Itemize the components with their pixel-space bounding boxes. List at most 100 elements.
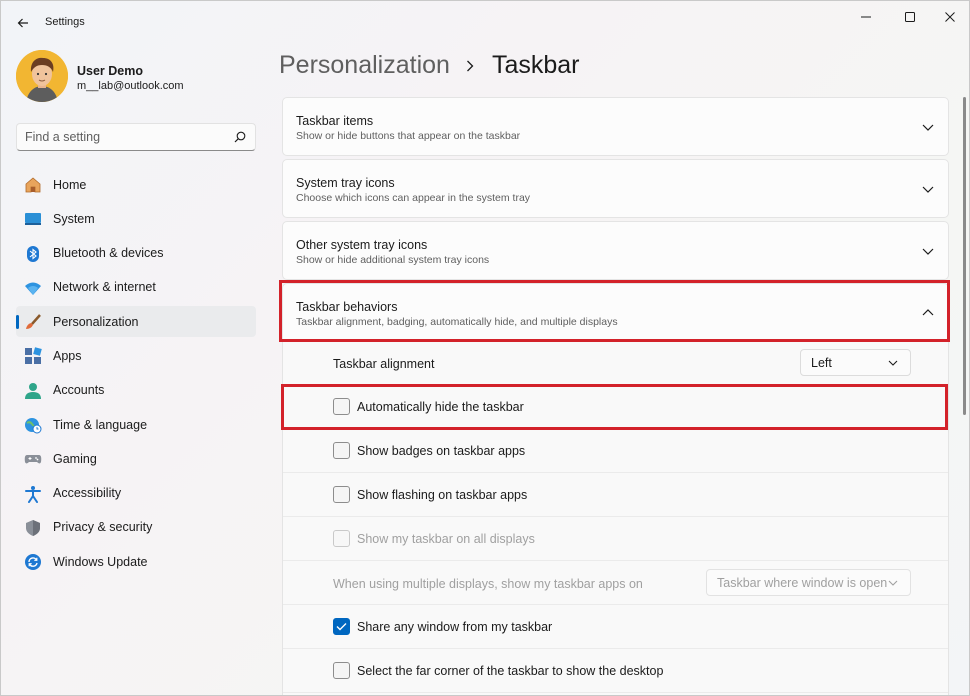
setting-row-all-displays: Show my taskbar on all displays	[283, 517, 948, 561]
update-icon	[25, 554, 41, 571]
search-icon[interactable]	[234, 131, 246, 143]
section-desc: Show or hide additional system tray icon…	[296, 254, 490, 266]
sidebar-item-label: Home	[53, 177, 87, 192]
gamepad-icon	[24, 455, 42, 464]
sidebar-item-accounts[interactable]: Accounts	[16, 375, 256, 406]
app-title: Settings	[45, 16, 85, 28]
sidebar-item-label: Network & internet	[53, 280, 156, 295]
sidebar-item-system[interactable]: System	[16, 203, 256, 234]
setting-row-multi-display: When using multiple displays, show my ta…	[283, 561, 948, 605]
chevron-down-icon	[888, 580, 898, 586]
sidebar-item-label: Gaming	[53, 451, 97, 466]
person-icon	[25, 382, 41, 399]
section-desc: Choose which icons can appear in the sys…	[296, 192, 531, 204]
maximize-button[interactable]	[893, 6, 927, 28]
sidebar-item-gaming[interactable]: Gaming	[16, 443, 256, 474]
all-displays-label: Show my taskbar on all displays	[357, 532, 535, 546]
bluetooth-icon	[27, 245, 39, 262]
chevron-down-icon	[922, 248, 934, 255]
chevron-down-icon	[922, 124, 934, 131]
sidebar-item-accessibility[interactable]: Accessibility	[16, 478, 256, 509]
back-arrow-icon	[17, 18, 28, 28]
minimize-icon	[861, 16, 871, 18]
section-taskbar-items[interactable]: Taskbar items Show or hide buttons that …	[282, 97, 949, 156]
far-corner-label: Select the far corner of the taskbar to …	[357, 664, 664, 678]
shield-icon	[26, 519, 40, 536]
section-title: Taskbar behaviors	[296, 300, 398, 314]
display-icon	[25, 213, 41, 226]
section-taskbar-behaviors[interactable]: Taskbar behaviors Taskbar alignment, bad…	[282, 283, 949, 342]
flashing-label: Show flashing on taskbar apps	[357, 488, 528, 502]
chevron-down-icon	[922, 186, 934, 193]
section-title: System tray icons	[296, 176, 395, 190]
share-window-label: Share any window from my taskbar	[357, 620, 553, 634]
close-button[interactable]	[933, 6, 967, 28]
scrollbar[interactable]	[963, 97, 966, 415]
settings-window: Settings User Demo m__lab@outlook.com Fi…	[0, 0, 970, 696]
search-box	[16, 123, 256, 151]
sidebar-item-label: Apps	[53, 348, 82, 363]
alignment-label: Taskbar alignment	[333, 357, 435, 371]
sidebar-item-label: Windows Update	[53, 554, 148, 569]
auto-hide-checkbox[interactable]	[333, 398, 350, 415]
sidebar-item-windows-update[interactable]: Windows Update	[16, 546, 256, 577]
alignment-value: Left	[811, 356, 832, 370]
flashing-checkbox[interactable]	[333, 486, 350, 503]
sidebar-item-personalization[interactable]: Personalization	[16, 306, 256, 338]
accessibility-icon	[25, 485, 41, 503]
sidebar-item-home[interactable]: Home	[16, 169, 256, 200]
globe-clock-icon	[25, 418, 42, 434]
section-other-system-tray-icons[interactable]: Other system tray icons Show or hide add…	[282, 221, 949, 280]
chevron-down-icon	[888, 360, 898, 366]
all-displays-checkbox[interactable]	[333, 530, 350, 547]
back-button[interactable]	[11, 11, 35, 35]
sidebar-item-time-language[interactable]: Time & language	[16, 409, 256, 440]
sidebar-item-network[interactable]: Network & internet	[16, 272, 256, 303]
setting-row-alignment: Taskbar alignment Left	[283, 341, 948, 385]
setting-row-far-corner: Select the far corner of the taskbar to …	[283, 649, 948, 693]
auto-hide-label: Automatically hide the taskbar	[357, 400, 524, 414]
badges-checkbox[interactable]	[333, 442, 350, 459]
maximize-icon	[905, 12, 915, 22]
chevron-right-icon	[466, 59, 476, 73]
section-system-tray-icons[interactable]: System tray icons Choose which icons can…	[282, 159, 949, 218]
taskbar-behaviors-panel: Taskbar alignment Left Automatically hid…	[282, 341, 949, 695]
section-desc: Taskbar alignment, badging, automaticall…	[296, 316, 618, 328]
setting-row-flashing: Show flashing on taskbar apps	[283, 473, 948, 517]
search-input[interactable]	[17, 124, 227, 150]
section-title: Other system tray icons	[296, 238, 428, 252]
setting-row-auto-hide: Automatically hide the taskbar	[283, 385, 948, 429]
apps-icon	[25, 347, 42, 365]
breadcrumb: Personalization Taskbar	[279, 51, 579, 80]
sidebar-item-apps[interactable]: Apps	[16, 340, 256, 371]
close-icon	[945, 12, 955, 22]
sidebar-item-label: Bluetooth & devices	[53, 246, 164, 261]
far-corner-checkbox[interactable]	[333, 662, 350, 679]
section-title: Taskbar items	[296, 114, 374, 128]
sidebar-item-label: Personalization	[53, 314, 139, 329]
alignment-dropdown[interactable]: Left	[800, 349, 911, 376]
setting-row-share-window: Share any window from my taskbar	[283, 605, 948, 649]
section-desc: Show or hide buttons that appear on the …	[296, 130, 521, 142]
checkmark-icon	[336, 623, 347, 631]
wifi-icon	[25, 282, 41, 295]
sidebar-nav: Home System Bluetooth & devices Network …	[16, 169, 256, 581]
sidebar-item-label: System	[53, 211, 95, 226]
setting-row-badges: Show badges on taskbar apps	[283, 429, 948, 473]
home-icon	[25, 177, 41, 193]
title-bar: Settings	[1, 1, 969, 45]
multi-display-label: When using multiple displays, show my ta…	[333, 577, 643, 591]
multi-display-value: Taskbar where window is open	[717, 576, 888, 590]
minimize-button[interactable]	[849, 6, 883, 28]
sidebar-item-bluetooth[interactable]: Bluetooth & devices	[16, 238, 256, 269]
breadcrumb-parent[interactable]: Personalization	[279, 51, 450, 80]
user-name: User Demo	[77, 64, 143, 78]
brush-icon	[26, 314, 41, 330]
sidebar-item-label: Time & language	[53, 417, 148, 432]
badges-label: Show badges on taskbar apps	[357, 444, 526, 458]
sidebar-item-label: Accessibility	[53, 486, 122, 501]
chevron-up-icon	[922, 309, 934, 316]
sidebar-item-privacy-security[interactable]: Privacy & security	[16, 512, 256, 543]
multi-display-dropdown[interactable]: Taskbar where window is open	[706, 569, 911, 596]
share-window-checkbox[interactable]	[333, 618, 350, 635]
